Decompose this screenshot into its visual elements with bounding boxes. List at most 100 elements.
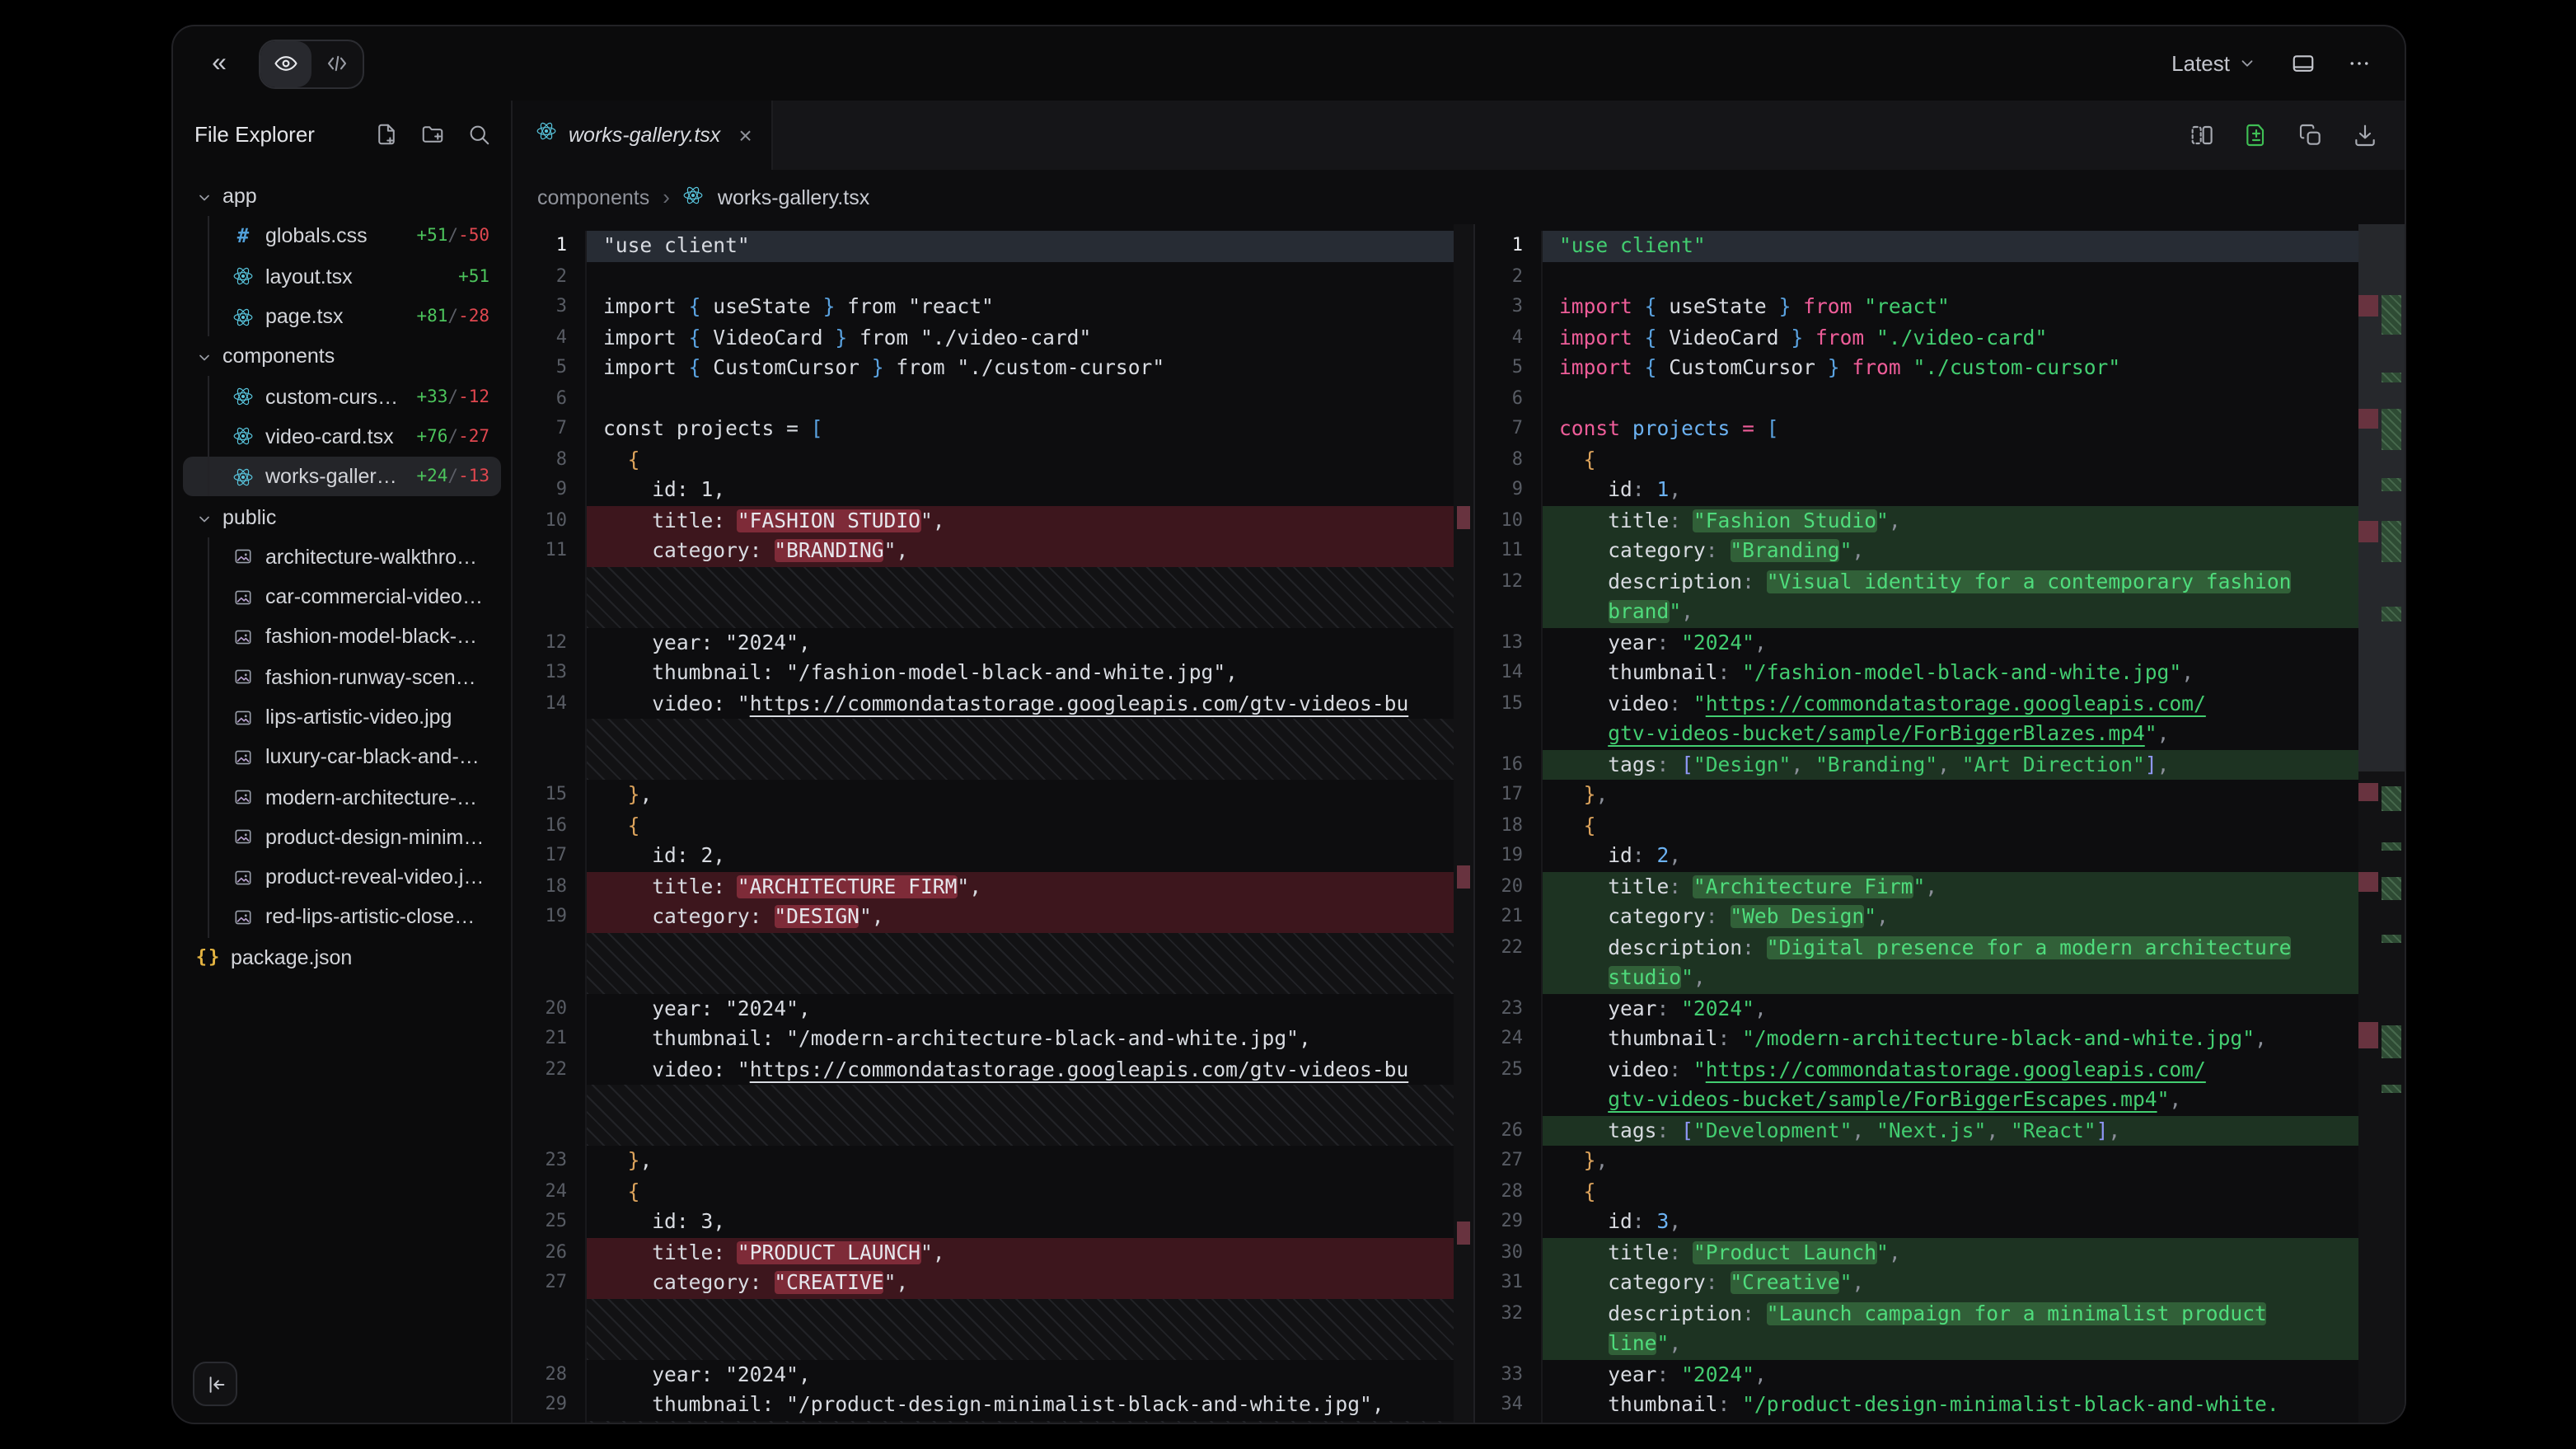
download-button[interactable]: [2352, 122, 2378, 148]
more-options-button[interactable]: [2335, 40, 2382, 87]
code-line[interactable]: 2: [1475, 261, 2405, 292]
code-line[interactable]: 26 title: "PRODUCT LAUNCH",: [513, 1237, 1473, 1268]
collapse-panel-button[interactable]: «: [196, 40, 242, 87]
code-line[interactable]: 3import { useState } from "react": [513, 292, 1473, 322]
code-line[interactable]: 3import { useState } from "react": [1475, 292, 2405, 322]
preview-toggle-button[interactable]: [260, 40, 311, 87]
sidebar-file-row[interactable]: product-reveal-video.j…: [183, 857, 501, 898]
code-line[interactable]: 34 thumbnail: "/product-design-minimalis…: [1475, 1390, 2405, 1420]
diff-overview-ruler-right[interactable]: [2358, 224, 2405, 1423]
code-line[interactable]: 9 id: 1,: [513, 475, 1473, 505]
code-line[interactable]: 29 thumbnail: "/product-design-minimalis…: [513, 1390, 1473, 1420]
new-folder-button[interactable]: [420, 121, 445, 146]
diff-view-button[interactable]: [2243, 122, 2269, 148]
code-line[interactable]: 5import { CustomCursor } from "./custom-…: [513, 353, 1473, 383]
sidebar-file-row[interactable]: page.tsx+81/-28: [183, 297, 501, 337]
code-line[interactable]: 19 id: 2,: [1475, 841, 2405, 871]
sidebar-file-row[interactable]: works-galler…+24/-13: [183, 457, 501, 497]
code-line[interactable]: 25 video: "https://commondatastorage.goo…: [1475, 1054, 2405, 1085]
collapse-sidebar-button[interactable]: [193, 1362, 237, 1406]
close-tab-icon[interactable]: ×: [738, 124, 752, 147]
sidebar-file-row[interactable]: #globals.css+51/-50: [183, 217, 501, 257]
version-dropdown[interactable]: Latest: [2158, 45, 2269, 82]
code-line[interactable]: gtv-videos-bucket/sample/ForBiggerEscape…: [1475, 1085, 2405, 1115]
code-line[interactable]: 33 year: "2024",: [1475, 1359, 2405, 1390]
code-line[interactable]: 20 title: "Architecture Firm",: [1475, 871, 2405, 902]
sidebar-file-row[interactable]: layout.tsx+51: [183, 256, 501, 297]
code-line[interactable]: 14 video: "https://commondatastorage.goo…: [513, 688, 1473, 719]
code-line[interactable]: 2: [513, 261, 1473, 292]
sidebar-file-row[interactable]: video-card.tsx+76/-27: [183, 417, 501, 457]
code-line[interactable]: 12 year: "2024",: [513, 627, 1473, 658]
code-line[interactable]: 8 {: [513, 444, 1473, 475]
sidebar-file-row[interactable]: modern-architecture-…: [183, 777, 501, 818]
sidebar-file-row[interactable]: custom-curs…+33/-12: [183, 377, 501, 417]
code-line[interactable]: 4import { VideoCard } from "./video-card…: [513, 322, 1473, 353]
code-line[interactable]: line",: [1475, 1329, 2405, 1359]
code-line[interactable]: 10 title: "Fashion Studio",: [1475, 505, 2405, 536]
code-line[interactable]: 17 },: [1475, 780, 2405, 810]
diff-pane-modified[interactable]: 1"use client"23import { useState } from …: [1475, 224, 2405, 1423]
code-toggle-button[interactable]: [311, 40, 363, 87]
breadcrumb-folder[interactable]: components: [537, 185, 649, 209]
code-line[interactable]: 22 description: "Digital presence for a …: [1475, 932, 2405, 963]
code-line[interactable]: 15 },: [513, 780, 1473, 810]
diff-pane-original[interactable]: 1"use client"23import { useState } from …: [513, 224, 1475, 1423]
code-line[interactable]: 32 description: "Launch campaign for a m…: [1475, 1298, 2405, 1329]
diff-overview-ruler-left[interactable]: [1454, 224, 1473, 1423]
sidebar-file-row[interactable]: {}package.json: [183, 937, 501, 978]
code-line[interactable]: 6: [1475, 383, 2405, 414]
code-line[interactable]: 1"use client": [513, 231, 1473, 261]
search-button[interactable]: [466, 121, 491, 146]
sidebar-file-row[interactable]: car-commercial-video…: [183, 577, 501, 617]
code-line[interactable]: 17 id: 2,: [513, 841, 1473, 871]
tab-works-gallery[interactable]: works-gallery.tsx ×: [513, 101, 774, 170]
code-line[interactable]: 8 {: [1475, 444, 2405, 475]
code-line[interactable]: 27 category: "CREATIVE",: [513, 1268, 1473, 1298]
sidebar-folder-app[interactable]: app: [183, 176, 501, 217]
code-line[interactable]: 12 description: "Visual identity for a c…: [1475, 566, 2405, 597]
code-line[interactable]: studio",: [1475, 963, 2405, 993]
code-line[interactable]: 27 },: [1475, 1146, 2405, 1176]
sidebar-file-row[interactable]: architecture-walkthro…: [183, 537, 501, 577]
code-line[interactable]: 7const projects = [: [513, 414, 1473, 444]
code-line[interactable]: 24 thumbnail: "/modern-architecture-blac…: [1475, 1024, 2405, 1054]
code-line[interactable]: 10 title: "FASHION STUDIO",: [513, 505, 1473, 536]
code-line[interactable]: 1"use client": [1475, 231, 2405, 261]
sidebar-file-row[interactable]: fashion-runway-scen…: [183, 657, 501, 697]
sidebar-file-row[interactable]: luxury-car-black-and-…: [183, 737, 501, 777]
code-line[interactable]: 23 },: [513, 1146, 1473, 1176]
code-line[interactable]: 21 category: "Web Design",: [1475, 902, 2405, 932]
code-line[interactable]: 26 tags: ["Development", "Next.js", "Rea…: [1475, 1115, 2405, 1146]
code-line[interactable]: 23 year: "2024",: [1475, 993, 2405, 1024]
sidebar-folder-public[interactable]: public: [183, 497, 501, 537]
code-line[interactable]: 30 title: "Product Launch",: [1475, 1237, 2405, 1268]
code-line[interactable]: 21 thumbnail: "/modern-architecture-blac…: [513, 1024, 1473, 1054]
sidebar-file-row[interactable]: lips-artistic-video.jpg: [183, 697, 501, 738]
code-line[interactable]: 6: [513, 383, 1473, 414]
sidebar-file-row[interactable]: product-design-minim…: [183, 818, 501, 858]
code-line[interactable]: 31 category: "Creative",: [1475, 1268, 2405, 1298]
code-line[interactable]: brand",: [1475, 597, 2405, 627]
sidebar-folder-components[interactable]: components: [183, 336, 501, 377]
code-line[interactable]: 16 tags: ["Design", "Branding", "Art Dir…: [1475, 749, 2405, 780]
code-line[interactable]: 16 {: [513, 810, 1473, 841]
code-line[interactable]: 14 thumbnail: "/fashion-model-black-and-…: [1475, 658, 2405, 688]
sidebar-file-row[interactable]: fashion-model-black-…: [183, 617, 501, 658]
code-line[interactable]: 24 {: [513, 1176, 1473, 1207]
code-line[interactable]: 11 category: "Branding",: [1475, 536, 2405, 566]
code-line[interactable]: 11 category: "BRANDING",: [513, 536, 1473, 566]
copy-button[interactable]: [2297, 122, 2324, 148]
code-line[interactable]: 18 {: [1475, 810, 2405, 841]
code-line[interactable]: 7const projects = [: [1475, 414, 2405, 444]
code-line[interactable]: 13 thumbnail: "/fashion-model-black-and-…: [513, 658, 1473, 688]
code-line[interactable]: 22 video: "https://commondatastorage.goo…: [513, 1054, 1473, 1085]
code-line[interactable]: 5import { CustomCursor } from "./custom-…: [1475, 353, 2405, 383]
code-line[interactable]: 28 {: [1475, 1176, 2405, 1207]
code-line[interactable]: 9 id: 1,: [1475, 475, 2405, 505]
code-line[interactable]: gtv-videos-bucket/sample/ForBiggerBlazes…: [1475, 719, 2405, 749]
split-view-button[interactable]: [2189, 122, 2215, 148]
code-line[interactable]: 29 id: 3,: [1475, 1207, 2405, 1237]
code-line[interactable]: 28 year: "2024",: [513, 1359, 1473, 1390]
code-line[interactable]: 15 video: "https://commondatastorage.goo…: [1475, 688, 2405, 719]
